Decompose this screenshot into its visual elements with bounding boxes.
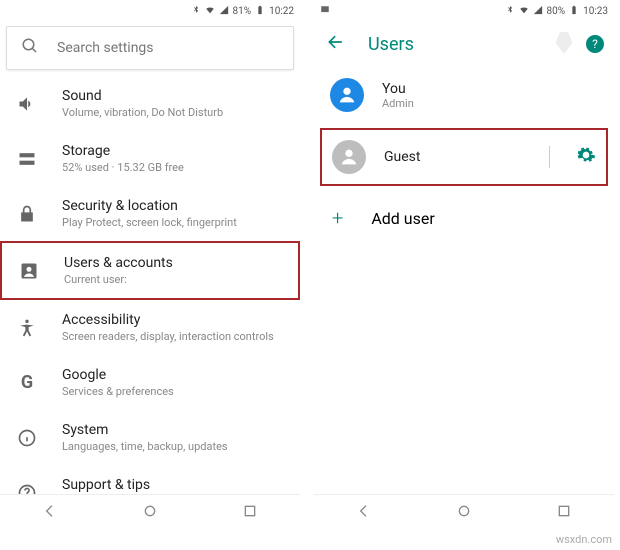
page-title: Users xyxy=(368,34,414,55)
nav-bar xyxy=(314,494,614,530)
settings-item-support[interactable]: Support & tips Help articles, phone & ch… xyxy=(0,465,300,494)
watermark-text: wsxdn.com xyxy=(556,533,612,546)
users-screen: 80% 10:23 Users ? You Admin xyxy=(314,0,614,530)
recents-nav-icon[interactable] xyxy=(242,503,258,523)
help-icon xyxy=(16,483,38,495)
home-nav-icon[interactable] xyxy=(142,503,158,523)
watermark-logo xyxy=(550,32,578,54)
back-nav-icon[interactable] xyxy=(356,503,372,523)
battery-percent: 81% xyxy=(233,6,252,17)
user-role: Admin xyxy=(382,97,414,110)
back-arrow-icon[interactable] xyxy=(326,32,346,56)
clock: 10:22 xyxy=(269,6,294,17)
item-sub: Languages, time, backup, updates xyxy=(62,440,228,453)
bluetooth-icon xyxy=(191,5,201,18)
settings-item-accessibility[interactable]: Accessibility Screen readers, display, i… xyxy=(0,300,300,355)
google-icon: G xyxy=(16,372,38,393)
avatar-icon xyxy=(332,140,366,174)
bluetooth-icon xyxy=(505,5,515,18)
battery-percent: 80% xyxy=(547,6,566,17)
item-title: Users & accounts xyxy=(64,255,173,271)
status-bar: 80% 10:23 xyxy=(314,0,614,20)
nav-bar xyxy=(0,494,300,530)
settings-item-system[interactable]: System Languages, time, backup, updates xyxy=(0,410,300,465)
settings-item-users-accounts[interactable]: Users & accounts Current user: xyxy=(0,241,300,300)
user-name: Guest xyxy=(384,149,420,165)
accessibility-icon xyxy=(16,318,38,338)
app-bar: Users ? xyxy=(314,20,614,68)
gear-icon[interactable] xyxy=(576,145,596,169)
battery-icon xyxy=(569,5,579,18)
signal-icon xyxy=(533,5,543,18)
item-sub: Screen readers, display, interaction con… xyxy=(62,330,274,343)
item-title: Storage xyxy=(62,143,184,159)
home-nav-icon[interactable] xyxy=(456,503,472,523)
settings-item-storage[interactable]: Storage 52% used · 15.32 GB free xyxy=(0,131,300,186)
battery-icon xyxy=(255,5,265,18)
user-guest[interactable]: Guest xyxy=(320,128,608,186)
storage-icon xyxy=(16,149,38,169)
item-title: Google xyxy=(62,367,174,383)
volume-icon xyxy=(16,94,38,114)
clock: 10:23 xyxy=(583,6,608,17)
wifi-icon xyxy=(519,5,529,18)
back-nav-icon[interactable] xyxy=(42,503,58,523)
item-title: System xyxy=(62,422,228,438)
signal-icon xyxy=(219,5,229,18)
add-user[interactable]: + Add user xyxy=(314,192,614,244)
item-sub: Services & preferences xyxy=(62,385,174,398)
item-title: Accessibility xyxy=(62,312,274,328)
account-box-icon xyxy=(18,261,40,281)
info-icon xyxy=(16,428,38,448)
settings-item-security[interactable]: Security & location Play Protect, screen… xyxy=(0,186,300,241)
help-button[interactable]: ? xyxy=(586,35,604,53)
settings-screen: 81% 10:22 Search settings Sound Volume, … xyxy=(0,0,300,530)
search-settings[interactable]: Search settings xyxy=(6,26,294,70)
avatar-icon xyxy=(330,78,364,112)
item-sub: Play Protect, screen lock, fingerprint xyxy=(62,216,237,229)
status-bar: 81% 10:22 xyxy=(0,0,300,20)
search-icon xyxy=(21,37,39,59)
recents-nav-icon[interactable] xyxy=(556,503,572,523)
screenshot-indicator-icon xyxy=(320,4,330,18)
item-sub: 52% used · 15.32 GB free xyxy=(62,161,184,174)
settings-item-google[interactable]: G Google Services & preferences xyxy=(0,355,300,410)
item-title: Sound xyxy=(62,88,223,104)
search-placeholder: Search settings xyxy=(57,40,154,56)
plus-icon: + xyxy=(332,206,343,230)
item-sub: Current user: xyxy=(64,273,173,286)
user-you[interactable]: You Admin xyxy=(314,68,614,122)
item-sub: Volume, vibration, Do Not Disturb xyxy=(62,106,223,119)
item-title: Security & location xyxy=(62,198,237,214)
add-user-label: Add user xyxy=(371,209,434,228)
settings-list: Sound Volume, vibration, Do Not Disturb … xyxy=(0,76,300,494)
item-title: Support & tips xyxy=(62,477,269,493)
divider xyxy=(549,146,550,168)
wifi-icon xyxy=(205,5,215,18)
user-name: You xyxy=(382,81,414,97)
settings-item-sound[interactable]: Sound Volume, vibration, Do Not Disturb xyxy=(0,76,300,131)
lock-icon xyxy=(16,204,38,224)
